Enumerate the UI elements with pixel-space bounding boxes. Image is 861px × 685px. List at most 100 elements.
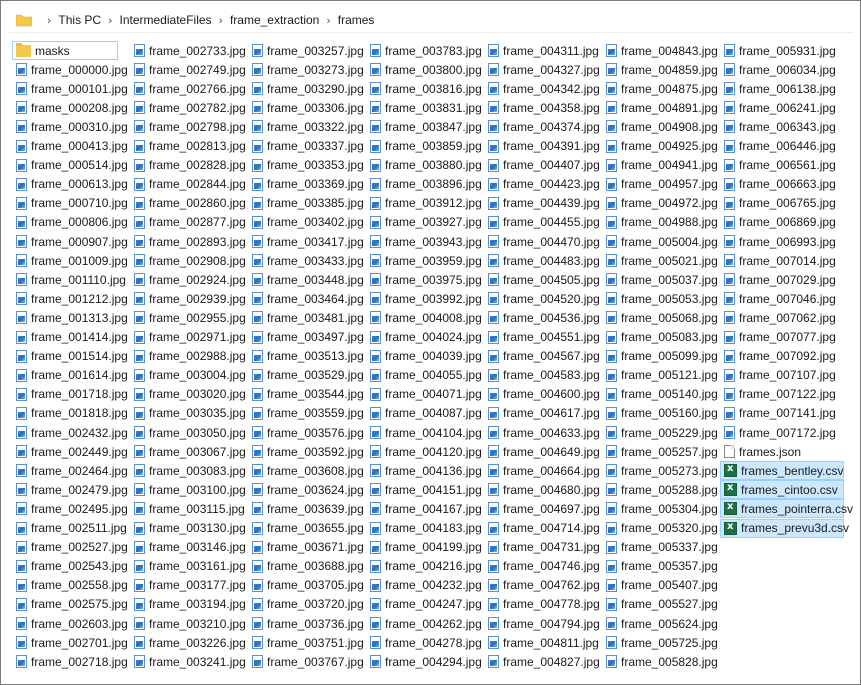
file-item[interactable]: frame_003481.jpg: [248, 308, 364, 327]
file-item[interactable]: frame_002495.jpg: [12, 499, 128, 518]
file-item[interactable]: frame_002543.jpg: [12, 557, 128, 576]
file-item[interactable]: frame_004278.jpg: [366, 633, 482, 652]
file-item[interactable]: frame_002718.jpg: [12, 652, 128, 671]
file-item[interactable]: frame_004327.jpg: [484, 60, 600, 79]
file-item[interactable]: frame_003464.jpg: [248, 289, 364, 308]
file-item[interactable]: frame_004972.jpg: [602, 194, 718, 213]
breadcrumb-frame-extraction[interactable]: frame_extraction: [230, 13, 319, 27]
file-item[interactable]: frame_004794.jpg: [484, 614, 600, 633]
file-item[interactable]: frame_003290.jpg: [248, 79, 364, 98]
file-item[interactable]: frame_007107.jpg: [720, 366, 836, 385]
file-item[interactable]: frame_003497.jpg: [248, 328, 364, 347]
file-item[interactable]: frame_007046.jpg: [720, 289, 836, 308]
file-item[interactable]: frame_005068.jpg: [602, 308, 718, 327]
file-item[interactable]: frame_004811.jpg: [484, 633, 599, 652]
file-item[interactable]: frame_003859.jpg: [366, 137, 482, 156]
file-item[interactable]: frame_004071.jpg: [366, 385, 482, 404]
file-item[interactable]: frame_006561.jpg: [720, 156, 836, 175]
file-item[interactable]: frame_002558.jpg: [12, 576, 128, 595]
file-item[interactable]: frames_bentley.csv: [720, 461, 844, 481]
file-item[interactable]: frame_005053.jpg: [602, 289, 718, 308]
file-item[interactable]: frame_003385.jpg: [248, 194, 364, 213]
breadcrumb-this-pc[interactable]: This PC: [58, 13, 101, 27]
file-item[interactable]: frame_004925.jpg: [602, 137, 718, 156]
file-item[interactable]: frame_003992.jpg: [366, 289, 482, 308]
file-item[interactable]: frame_003751.jpg: [248, 633, 364, 652]
file-item[interactable]: frame_003448.jpg: [248, 270, 364, 289]
file-item[interactable]: frame_005288.jpg: [602, 480, 718, 499]
file-item[interactable]: frame_007092.jpg: [720, 347, 836, 366]
file-item[interactable]: frame_005229.jpg: [602, 423, 718, 442]
file-item[interactable]: frame_004908.jpg: [602, 117, 718, 136]
file-item[interactable]: frame_005160.jpg: [602, 404, 718, 423]
file-item[interactable]: frame_003402.jpg: [248, 213, 364, 232]
file-item[interactable]: frame_003513.jpg: [248, 347, 364, 366]
file-item[interactable]: frame_005407.jpg: [602, 576, 718, 595]
file-item[interactable]: masks: [12, 41, 118, 60]
file-item[interactable]: frame_003736.jpg: [248, 614, 364, 633]
file-item[interactable]: frame_005257.jpg: [602, 442, 718, 461]
file-item[interactable]: frame_002449.jpg: [12, 442, 128, 461]
file-item[interactable]: frame_004567.jpg: [484, 347, 600, 366]
file-item[interactable]: frame_003800.jpg: [366, 60, 482, 79]
file-item[interactable]: frame_000413.jpg: [12, 137, 128, 156]
file-item[interactable]: frame_004680.jpg: [484, 480, 600, 499]
file-item[interactable]: frame_004957.jpg: [602, 175, 718, 194]
file-item[interactable]: frame_004731.jpg: [484, 538, 600, 557]
file-item[interactable]: frame_003927.jpg: [366, 213, 482, 232]
file-item[interactable]: frame_004358.jpg: [484, 98, 600, 117]
file-item[interactable]: frame_005320.jpg: [602, 519, 718, 538]
file-item[interactable]: frame_003177.jpg: [130, 576, 246, 595]
file-item[interactable]: frame_004762.jpg: [484, 576, 600, 595]
file-item[interactable]: frame_002908.jpg: [130, 251, 246, 270]
file-item[interactable]: frame_000101.jpg: [12, 79, 128, 98]
file-item[interactable]: frame_003337.jpg: [248, 137, 364, 156]
file-item[interactable]: frame_004891.jpg: [602, 98, 718, 117]
file-item[interactable]: frame_002988.jpg: [130, 347, 246, 366]
file-item[interactable]: frame_004470.jpg: [484, 232, 600, 251]
file-item[interactable]: frame_003322.jpg: [248, 117, 364, 136]
file-item[interactable]: frame_005304.jpg: [602, 499, 718, 518]
file-item[interactable]: frame_006138.jpg: [720, 79, 836, 98]
file-item[interactable]: frame_006765.jpg: [720, 194, 836, 213]
file-item[interactable]: frame_003241.jpg: [130, 652, 246, 671]
file-item[interactable]: frame_005828.jpg: [602, 652, 718, 671]
file-item[interactable]: frame_004216.jpg: [366, 557, 482, 576]
file-item[interactable]: frame_002603.jpg: [12, 614, 128, 633]
file-item[interactable]: frame_001514.jpg: [12, 347, 128, 366]
file-item[interactable]: frame_004827.jpg: [484, 652, 600, 671]
file-item[interactable]: frame_004136.jpg: [366, 461, 482, 480]
chevron-right-icon[interactable]: ›: [219, 14, 223, 27]
file-item[interactable]: frame_003050.jpg: [130, 423, 246, 442]
file-item[interactable]: frame_007141.jpg: [720, 404, 836, 423]
file-item[interactable]: frame_003226.jpg: [130, 633, 246, 652]
file-item[interactable]: frame_000000.jpg: [12, 60, 128, 79]
file-item[interactable]: frame_003767.jpg: [248, 652, 364, 671]
file-item[interactable]: frame_003624.jpg: [248, 480, 364, 499]
file-item[interactable]: frame_000613.jpg: [12, 175, 128, 194]
file-item[interactable]: frame_003194.jpg: [130, 595, 246, 614]
file-item[interactable]: frame_005140.jpg: [602, 385, 718, 404]
file-item[interactable]: frame_003544.jpg: [248, 385, 364, 404]
file-item[interactable]: frame_007062.jpg: [720, 308, 836, 327]
file-item[interactable]: frame_004439.jpg: [484, 194, 600, 213]
file-item[interactable]: frame_003975.jpg: [366, 270, 482, 289]
file-item[interactable]: frame_005083.jpg: [602, 328, 718, 347]
file-item[interactable]: frame_002860.jpg: [130, 194, 246, 213]
file-item[interactable]: frame_004262.jpg: [366, 614, 482, 633]
file-item[interactable]: frame_003067.jpg: [130, 442, 246, 461]
file-item[interactable]: frame_006343.jpg: [720, 117, 836, 136]
file-item[interactable]: frame_003576.jpg: [248, 423, 364, 442]
file-item[interactable]: frame_004536.jpg: [484, 308, 600, 327]
file-item[interactable]: frame_002782.jpg: [130, 98, 246, 117]
file-item[interactable]: frame_004664.jpg: [484, 461, 600, 480]
file-item[interactable]: frame_003671.jpg: [248, 538, 364, 557]
file-item[interactable]: frame_001009.jpg: [12, 251, 128, 270]
file-item[interactable]: frame_004875.jpg: [602, 79, 718, 98]
file-item[interactable]: frame_003655.jpg: [248, 519, 364, 538]
file-item[interactable]: frame_003433.jpg: [248, 251, 364, 270]
file-item[interactable]: frame_004633.jpg: [484, 423, 600, 442]
file-item[interactable]: frame_004247.jpg: [366, 595, 482, 614]
file-item[interactable]: frame_006034.jpg: [720, 60, 836, 79]
file-item[interactable]: frame_003083.jpg: [130, 461, 246, 480]
